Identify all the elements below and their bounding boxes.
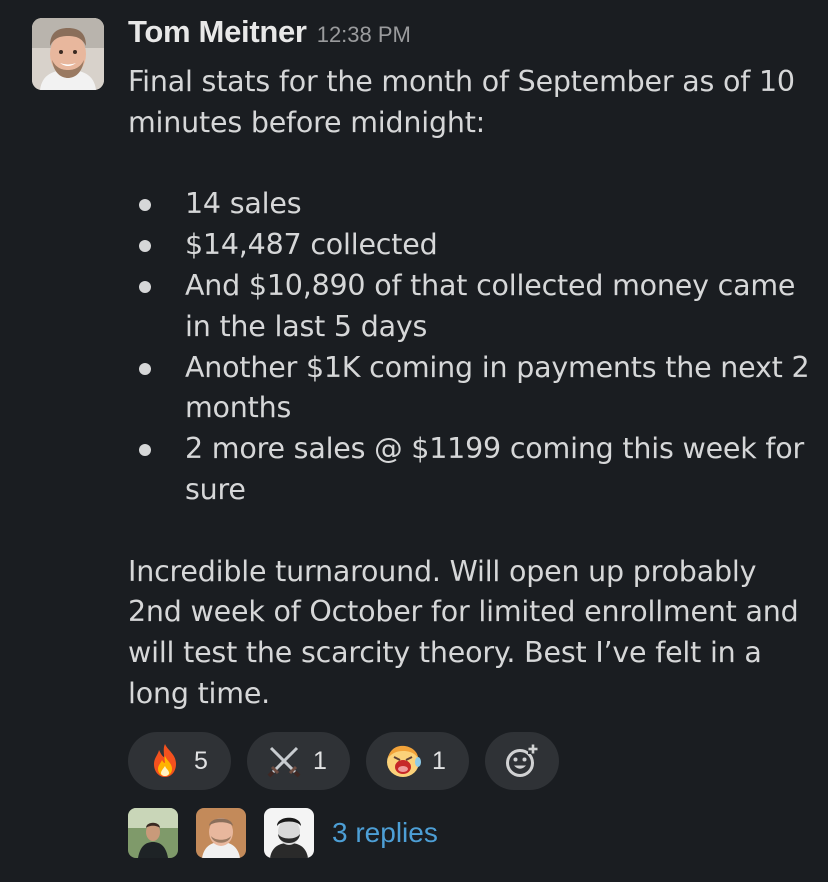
reply-avatar-2 <box>196 808 246 858</box>
bullet-icon <box>139 199 151 212</box>
list-item-text: And $10,890 of that collected money came… <box>185 268 796 343</box>
reply-avatar-3 <box>264 808 314 858</box>
message-timestamp[interactable]: 12:38 PM <box>317 22 411 48</box>
list-item: $14,487 collected <box>128 225 818 266</box>
bullet-icon <box>139 444 151 457</box>
list-item: Another $1K coming in payments the next … <box>128 348 818 430</box>
message: Tom Meitner 12:38 PM Final stats for the… <box>0 0 828 882</box>
list-item-text: $14,487 collected <box>185 228 438 262</box>
list-item-text: 2 more sales @ $1199 coming this week fo… <box>185 432 805 506</box>
stats-list: 14 sales $14,487 collected And $10,890 o… <box>128 184 818 510</box>
reaction-count: 5 <box>194 746 208 775</box>
list-item: And $10,890 of that collected money came… <box>128 266 818 348</box>
reaction-screaming-face[interactable]: 1 <box>366 732 469 790</box>
list-item: 14 sales <box>128 184 818 225</box>
fire-icon <box>154 744 176 777</box>
message-intro: Final stats for the month of September a… <box>128 65 795 139</box>
list-item-text: 14 sales <box>185 187 302 221</box>
reply-avatar-1 <box>128 808 178 858</box>
screaming-face-icon <box>387 745 421 777</box>
list-item: 2 more sales @ $1199 coming this week fo… <box>128 429 818 511</box>
message-body: Final stats for the month of September a… <box>128 62 818 715</box>
bullet-icon <box>139 362 151 375</box>
author-name[interactable]: Tom Meitner <box>128 14 307 50</box>
message-closing: Incredible turnaround. Will open up prob… <box>128 554 799 710</box>
replies-link[interactable]: 3 replies <box>332 817 438 849</box>
add-reaction-button[interactable] <box>485 732 559 790</box>
bullet-icon <box>139 280 151 293</box>
thread-replies[interactable]: 3 replies <box>128 806 438 860</box>
author-avatar[interactable] <box>32 18 104 90</box>
message-header: Tom Meitner 12:38 PM <box>128 14 411 58</box>
reaction-count: 1 <box>313 746 327 775</box>
reaction-fire[interactable]: 5 <box>128 732 231 790</box>
bullet-icon <box>139 240 151 253</box>
list-item-text: Another $1K coming in payments the next … <box>185 350 810 425</box>
reaction-count: 1 <box>432 746 446 775</box>
reactions-bar: 5 1 1 <box>128 732 559 790</box>
add-emoji-icon <box>506 744 538 777</box>
crossed-swords-icon <box>267 746 301 778</box>
reaction-crossed-swords[interactable]: 1 <box>247 732 350 790</box>
